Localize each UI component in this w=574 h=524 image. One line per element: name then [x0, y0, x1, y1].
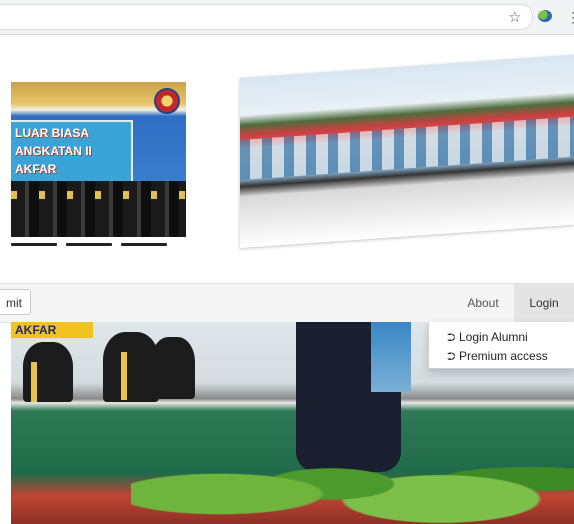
browser-toolbar: ☆ ⋮: [0, 0, 574, 35]
nav-login-link[interactable]: Login: [514, 284, 574, 322]
photo-plants: [131, 424, 574, 524]
institution-logo: [154, 88, 180, 114]
photo-banner-tag: AKFAR: [11, 322, 93, 338]
banner-line-2: ANGKATAN II: [15, 144, 92, 158]
carousel-indicators: [11, 243, 186, 247]
slide-banner: LUAR BIASA ANGKATAN II AKFAR: [11, 120, 133, 184]
kebab-menu-icon[interactable]: ⋮: [566, 9, 574, 26]
address-bar[interactable]: [0, 4, 533, 30]
login-dropdown-menu: ⮊ Login Alumni ⮊ Premium access: [428, 322, 574, 369]
nav-about-link[interactable]: About: [452, 284, 514, 322]
login-icon: ⮊: [447, 351, 456, 363]
menu-item-premium-access[interactable]: ⮊ Premium access: [447, 347, 548, 365]
photo-person: [151, 337, 195, 399]
carousel-indicator-1[interactable]: [11, 243, 57, 246]
menu-item-label: Login Alumni: [459, 330, 528, 344]
menu-item-login-alumni[interactable]: ⮊ Login Alumni: [447, 328, 528, 346]
navbar: mit About Login: [0, 283, 574, 323]
carousel-slide-graduation[interactable]: LUAR BIASA ANGKATAN II AKFAR: [11, 82, 186, 237]
banner-line-1: LUAR BIASA: [15, 126, 89, 140]
login-icon: ⮊: [447, 332, 456, 344]
submit-button[interactable]: mit: [0, 289, 31, 315]
menu-item-label: Premium access: [459, 349, 548, 363]
carousel-indicator-3[interactable]: [121, 243, 167, 246]
carousel-slide-campus[interactable]: [240, 54, 574, 249]
extension-icon[interactable]: [538, 10, 552, 22]
graduates-row: [11, 181, 186, 237]
photo-stole: [121, 352, 127, 400]
star-icon[interactable]: ☆: [508, 8, 521, 26]
banner-line-3: AKFAR: [15, 162, 57, 176]
photo-banner-stripe: [371, 322, 411, 392]
carousel-indicator-2[interactable]: [66, 243, 112, 246]
photo-stole: [31, 362, 37, 402]
